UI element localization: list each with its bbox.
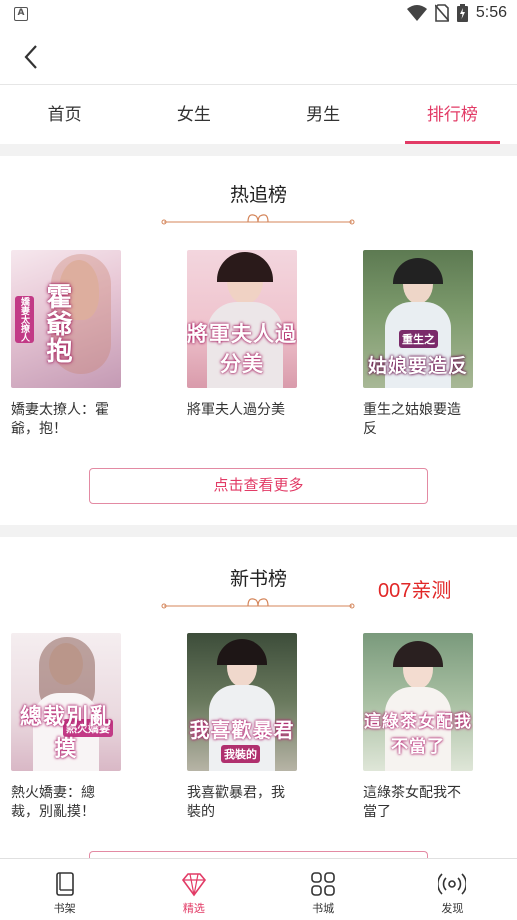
status-bar: A 5:56 <box>0 0 517 30</box>
chevron-left-icon <box>24 45 37 69</box>
tab-female[interactable]: 女生 <box>129 86 258 144</box>
nav-label: 精选 <box>182 902 205 915</box>
diamond-icon <box>181 873 206 897</box>
no-sim-icon <box>434 4 449 22</box>
tab-home[interactable]: 首页 <box>0 86 129 144</box>
nav-featured[interactable]: 精选 <box>129 859 258 920</box>
tab-male[interactable]: 男生 <box>259 86 388 144</box>
book-cover[interactable]: 這綠茶女配我不當了 <box>363 633 473 771</box>
book-cover[interactable]: 熱火嬌妻 總裁別亂摸 <box>11 633 121 771</box>
book-card[interactable]: 這綠茶女配我不當了 這綠茶女配我不當了 <box>363 633 513 822</box>
book-title: 這綠茶女配我不當了 <box>363 785 461 820</box>
nav-label: 发现 <box>441 902 464 915</box>
title-ornament <box>161 214 355 225</box>
book-title: 嬌妻太撩人：霍爺，抱！ <box>11 402 109 437</box>
broadcast-icon <box>438 873 467 895</box>
top-bar <box>0 30 517 85</box>
nav-bookshelf[interactable]: 书架 <box>0 859 129 920</box>
book-cover[interactable]: 我喜歡暴君 我裝的 <box>187 633 297 771</box>
book-title: 重生之姑娘要造反 <box>363 402 461 437</box>
grid-icon <box>311 872 335 896</box>
nav-label: 书城 <box>312 902 335 915</box>
nav-discover[interactable]: 发现 <box>388 859 517 920</box>
battery-charging-icon <box>456 4 468 22</box>
app-notification-icon: A <box>14 7 28 21</box>
book-card[interactable]: 將軍夫人過分美 將軍夫人過分美 <box>187 250 337 420</box>
bottom-nav: 书架 精选 书城 发现 <box>0 858 517 920</box>
back-button[interactable] <box>14 40 48 74</box>
book-cover[interactable]: 將軍夫人過分美 <box>187 250 297 388</box>
book-title: 將軍夫人過分美 <box>187 402 285 418</box>
book-card[interactable]: 我喜歡暴君 我裝的 我喜歡暴君，我裝的 <box>187 633 337 822</box>
nav-bookstore[interactable]: 书城 <box>259 859 388 920</box>
section-divider <box>0 144 517 156</box>
wifi-icon <box>406 5 427 21</box>
book-cover[interactable]: 霍爺抱 嬌妻太撩人 <box>11 250 121 388</box>
section-divider <box>0 525 517 537</box>
title-ornament <box>161 598 355 609</box>
book-card[interactable]: 熱火嬌妻 總裁別亂摸 熱火嬌妻：總裁，別亂摸！ <box>11 633 161 822</box>
tab-ranking[interactable]: 排行榜 <box>388 86 517 144</box>
watermark-text: 007亲测 <box>378 580 452 602</box>
book-title: 我喜歡暴君，我裝的 <box>187 785 285 820</box>
nav-label: 书架 <box>53 902 76 915</box>
tab-bar: 首页 女生 男生 排行榜 <box>0 86 517 144</box>
book-card[interactable]: 霍爺抱 嬌妻太撩人 嬌妻太撩人：霍爺，抱！ <box>11 250 161 439</box>
book-card[interactable]: 重生之 姑娘要造反 重生之姑娘要造反 <box>363 250 513 439</box>
view-more-button[interactable]: 点击查看更多 <box>89 468 428 504</box>
section-title-hot: 热追榜 <box>229 184 287 206</box>
book-icon <box>55 872 74 896</box>
book-title: 熱火嬌妻：總裁，別亂摸！ <box>11 785 95 820</box>
status-time: 5:56 <box>475 4 507 21</box>
book-cover[interactable]: 重生之 姑娘要造反 <box>363 250 473 388</box>
